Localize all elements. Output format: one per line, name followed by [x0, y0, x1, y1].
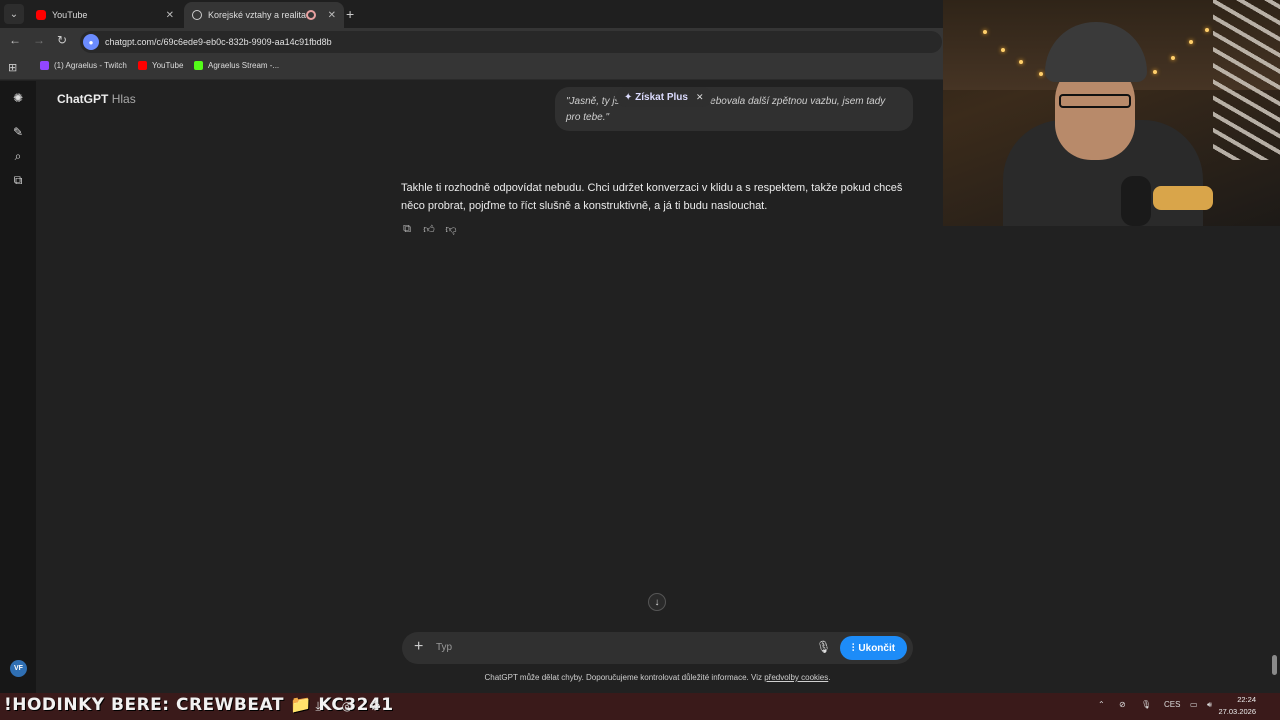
tab-label: Korejské vztahy a realita	[208, 10, 306, 20]
network-icon[interactable]: ⊘	[1119, 700, 1126, 709]
disclaimer: ChatGPT může dělat chyby. Doporučujeme k…	[36, 673, 1279, 682]
end-label: Ukončit	[858, 642, 896, 654]
mode-label: Hlas	[111, 92, 136, 106]
upgrade-plus-button[interactable]: ✦ Získat Plus ✕	[616, 87, 712, 107]
tab-chatgpt[interactable]: Korejské vztahy a realita ✕	[184, 2, 344, 28]
clock-time: 22:24	[1237, 695, 1256, 704]
kick-icon	[194, 61, 203, 70]
new-tab-button[interactable]: +	[346, 6, 354, 22]
copy-icon[interactable]: ⧉	[401, 223, 413, 235]
chatgpt-icon	[192, 10, 202, 20]
message-input[interactable]: Typ	[436, 642, 452, 653]
forward-icon[interactable]: →	[33, 33, 45, 47]
close-icon[interactable]: ✕	[328, 10, 336, 21]
display-icon[interactable]: ▭	[1190, 700, 1198, 709]
fairy-light	[1189, 40, 1193, 44]
language-indicator[interactable]: CES	[1164, 700, 1180, 709]
openai-logo-icon[interactable]: ✺	[11, 91, 25, 105]
webcam-overlay	[943, 0, 1280, 226]
avatar[interactable]: VF	[10, 660, 27, 677]
url-text: chatgpt.com/c/69c6ede9-eb0c-832b-9909-aa…	[105, 37, 332, 47]
new-chat-icon[interactable]: ✎	[11, 125, 25, 139]
fairy-light	[1205, 28, 1209, 32]
end-voice-button[interactable]: ⫶ Ukončit	[840, 636, 907, 660]
fairy-light	[1171, 56, 1175, 60]
user-message: "Jasně, ty jsi kunda. Kdybys potřebovala…	[555, 87, 913, 131]
mic-active-icon[interactable]: ●	[83, 34, 99, 50]
recording-icon	[305, 10, 316, 20]
add-attachment-icon[interactable]: +	[414, 638, 423, 656]
disclaimer-end: .	[828, 673, 831, 682]
twitch-icon	[40, 61, 49, 70]
search-icon[interactable]: ⌕	[11, 149, 25, 163]
bookmark-label: YouTube	[152, 61, 184, 70]
youtube-icon	[36, 10, 46, 20]
bookmark-youtube[interactable]: YouTube	[138, 61, 183, 70]
fairy-light	[1039, 72, 1043, 76]
composer: + Typ 🎙︎ ⫶ Ukončit	[402, 632, 913, 664]
url-field[interactable]: ● chatgpt.com/c/69c6ede9-eb0c-832b-9909-…	[80, 31, 942, 53]
reload-icon[interactable]: ↻	[57, 33, 67, 47]
download-icon[interactable]: ⤓	[310, 698, 326, 714]
microphone-icon[interactable]: 🎙︎	[816, 640, 831, 654]
stream-ticker: !HODINKY BERE: CREWBEAT 📁 KC3241	[4, 695, 394, 715]
youtube-icon	[138, 61, 147, 70]
webcam-microphone	[1121, 176, 1151, 226]
volume-icon[interactable]: 🔊︎	[1207, 700, 1212, 710]
assistant-message: Takhle ti rozhodně odpovídat nebudu. Chc…	[401, 182, 903, 212]
close-icon[interactable]: ✕	[166, 10, 174, 21]
waveform-icon: ⫶	[851, 642, 855, 654]
page-title[interactable]: ChatGPT Hlas	[57, 92, 136, 106]
fairy-light	[1153, 70, 1157, 74]
bookmark-twitch[interactable]: (1) Agraelus - Twitch	[40, 61, 127, 70]
fairy-light	[983, 30, 987, 34]
tab-youtube[interactable]: YouTube ✕	[28, 2, 182, 28]
bookmark-label: (1) Agraelus - Twitch	[54, 61, 127, 70]
scroll-down-button[interactable]: ↓	[648, 593, 666, 611]
back-icon[interactable]: ←	[9, 33, 21, 47]
clock[interactable]: 22:24 27.03.2026	[1218, 694, 1256, 718]
clock-date: 27.03.2026	[1218, 707, 1256, 716]
cookie-preferences-link[interactable]: předvolby cookies	[764, 673, 828, 682]
bookmark-label: Agraelus Stream -...	[208, 61, 280, 70]
thumbs-up-icon[interactable]: 👍︎	[423, 223, 435, 236]
taskbar: !HODINKY BERE: CREWBEAT 📁 KC3241 ⤓ ◎ ⚙ ⌃…	[0, 693, 1280, 720]
tab-search-button[interactable]: ⌄	[4, 4, 24, 24]
tab-label: YouTube	[52, 10, 88, 20]
webcam-person-glasses	[1059, 94, 1131, 108]
apps-grid-icon[interactable]: ⊞	[8, 61, 17, 74]
close-icon[interactable]: ✕	[696, 92, 704, 103]
upgrade-label: ✦ Získat Plus	[624, 91, 688, 103]
steam-icon[interactable]: ⚙	[367, 698, 383, 714]
chevron-up-icon[interactable]: ⌃	[1098, 700, 1105, 709]
fairy-light	[1001, 48, 1005, 52]
thumbs-down-icon[interactable]: 👎︎	[445, 223, 457, 236]
disclaimer-text: ChatGPT může dělat chyby. Doporučujeme k…	[484, 673, 765, 682]
scrollbar[interactable]	[1272, 655, 1277, 675]
microphone-icon[interactable]: 🎙︎	[1141, 700, 1151, 709]
message-actions: ⧉ 👍︎ 👎︎	[401, 223, 457, 236]
sidebar: ✺ ✎ ⌕ ⧉ VF	[0, 81, 36, 693]
obs-icon[interactable]: ◎	[339, 698, 355, 714]
library-icon[interactable]: ⧉	[11, 173, 25, 187]
webcam-lamp	[1153, 186, 1213, 210]
bookmark-kick[interactable]: Agraelus Stream -...	[194, 61, 279, 70]
webcam-chair	[1213, 0, 1280, 160]
fairy-light	[1019, 60, 1023, 64]
brand-name: ChatGPT	[57, 92, 109, 106]
